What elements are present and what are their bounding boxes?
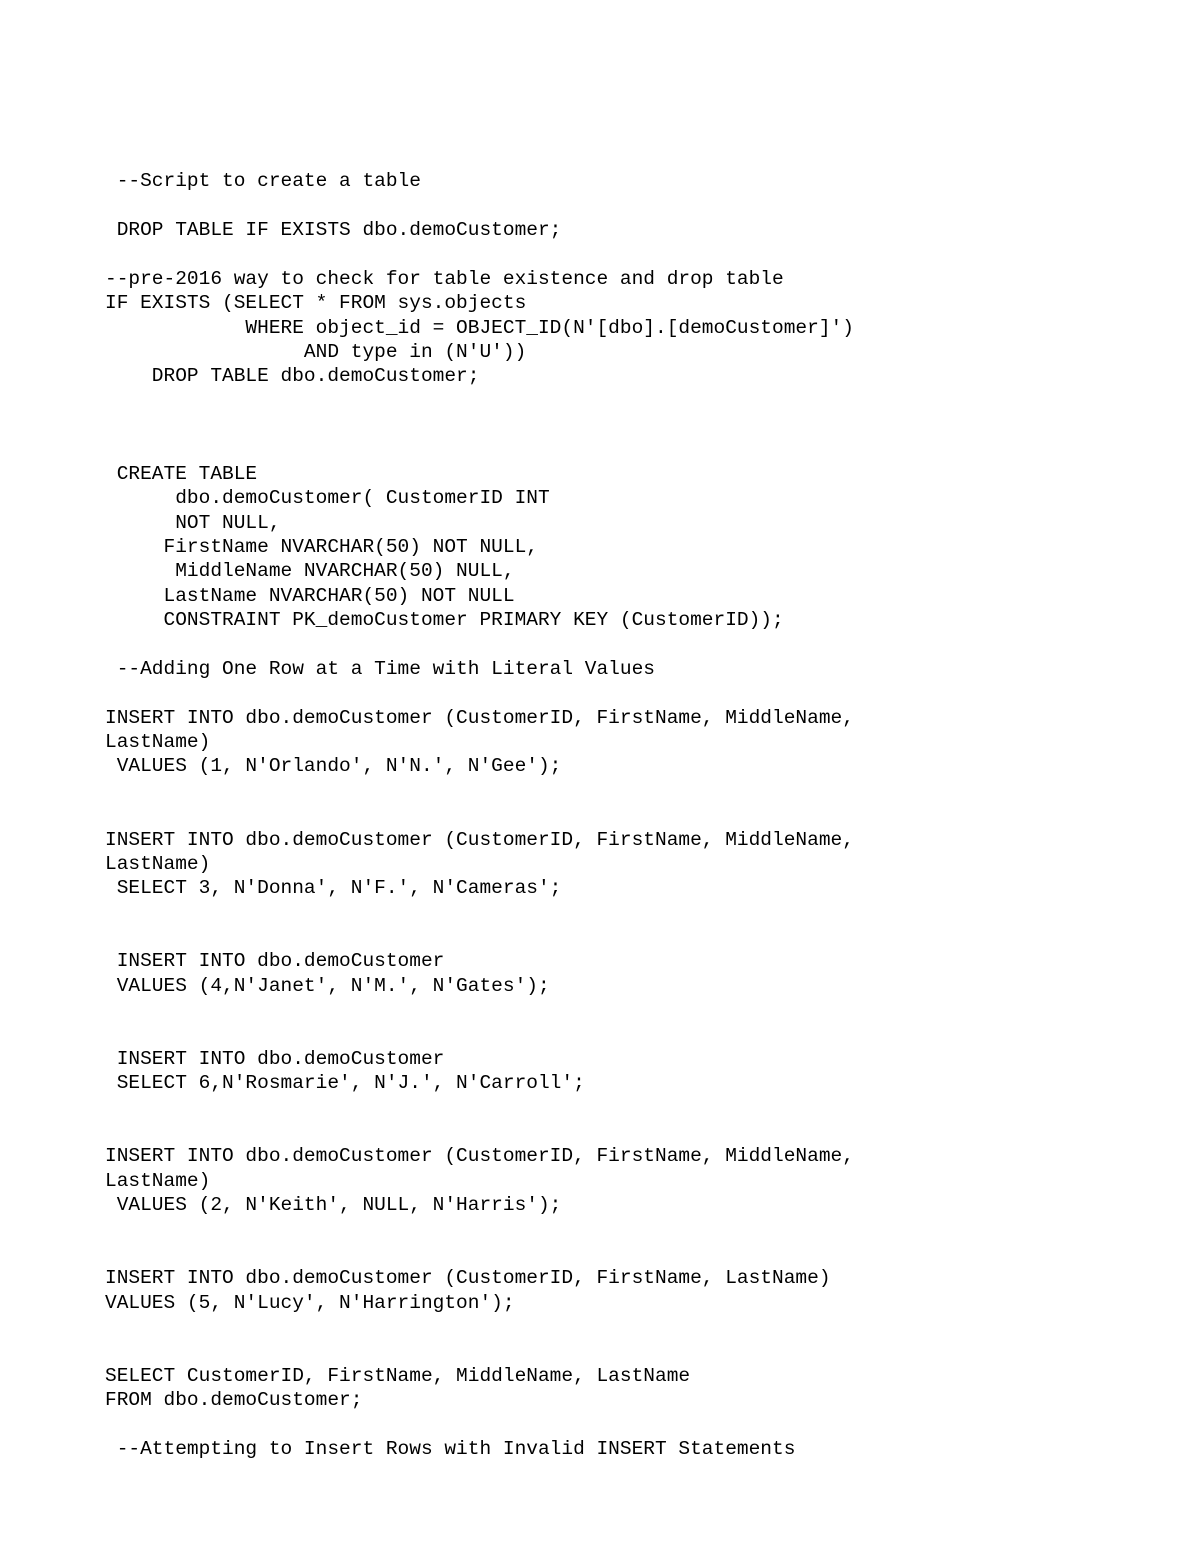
code-line: INSERT INTO dbo.demoCustomer	[105, 950, 444, 972]
code-line: VALUES (1, N'Orlando', N'N.', N'Gee');	[105, 755, 561, 777]
code-line: dbo.demoCustomer( CustomerID INT	[105, 487, 550, 509]
code-line: SELECT 3, N'Donna', N'F.', N'Cameras';	[105, 877, 561, 899]
code-line: FROM dbo.demoCustomer;	[105, 1389, 362, 1411]
document-page: --Script to create a table DROP TABLE IF…	[0, 0, 1200, 1553]
code-line: INSERT INTO dbo.demoCustomer (CustomerID…	[105, 829, 854, 851]
code-line: DROP TABLE IF EXISTS dbo.demoCustomer;	[105, 219, 561, 241]
code-line: WHERE object_id = OBJECT_ID(N'[dbo].[dem…	[105, 317, 854, 339]
code-line: CONSTRAINT PK_demoCustomer PRIMARY KEY (…	[105, 609, 784, 631]
code-line: INSERT INTO dbo.demoCustomer (CustomerID…	[105, 1145, 854, 1167]
code-line: INSERT INTO dbo.demoCustomer	[105, 1048, 444, 1070]
code-line: INSERT INTO dbo.demoCustomer (CustomerID…	[105, 707, 854, 729]
code-line: SELECT CustomerID, FirstName, MiddleName…	[105, 1365, 690, 1387]
code-line: NOT NULL,	[105, 512, 281, 534]
code-line: INSERT INTO dbo.demoCustomer (CustomerID…	[105, 1267, 831, 1289]
code-line: --pre-2016 way to check for table existe…	[105, 268, 784, 290]
code-line: --Attempting to Insert Rows with Invalid…	[105, 1438, 795, 1460]
code-line: IF EXISTS (SELECT * FROM sys.objects	[105, 292, 526, 314]
code-line: DROP TABLE dbo.demoCustomer;	[105, 365, 479, 387]
code-line: MiddleName NVARCHAR(50) NULL,	[105, 560, 515, 582]
code-line: FirstName NVARCHAR(50) NOT NULL,	[105, 536, 538, 558]
code-line: AND type in (N'U'))	[105, 341, 526, 363]
code-line: LastName NVARCHAR(50) NOT NULL	[105, 585, 515, 607]
code-line: SELECT 6,N'Rosmarie', N'J.', N'Carroll';	[105, 1072, 585, 1094]
code-line: --Script to create a table	[105, 170, 421, 192]
code-line: VALUES (5, N'Lucy', N'Harrington');	[105, 1292, 515, 1314]
code-line: VALUES (4,N'Janet', N'M.', N'Gates');	[105, 975, 550, 997]
code-line: LastName)	[105, 731, 210, 753]
code-line: --Adding One Row at a Time with Literal …	[105, 658, 655, 680]
code-line: CREATE TABLE	[105, 463, 257, 485]
code-line: LastName)	[105, 853, 210, 875]
sql-code-block: --Script to create a table DROP TABLE IF…	[105, 169, 1095, 1461]
code-line: LastName)	[105, 1170, 210, 1192]
code-line: VALUES (2, N'Keith', NULL, N'Harris');	[105, 1194, 561, 1216]
